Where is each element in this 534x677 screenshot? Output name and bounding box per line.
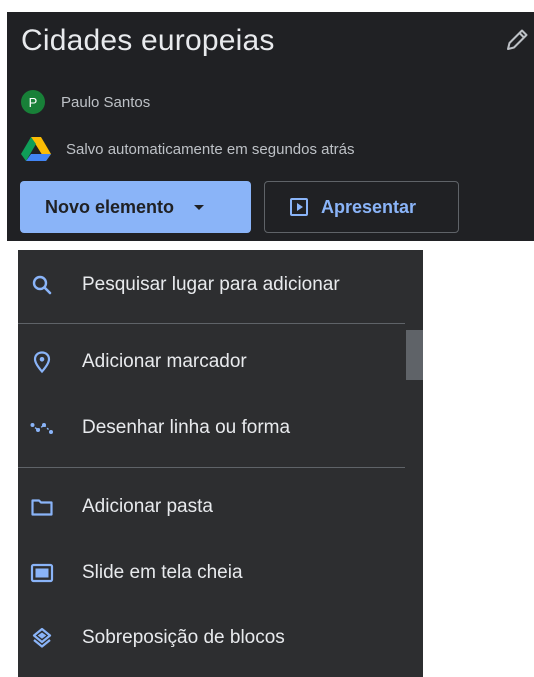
owner-info: P Paulo Santos (21, 90, 150, 114)
avatar[interactable]: P (21, 90, 45, 114)
layers-icon (30, 626, 54, 650)
edit-title-button[interactable] (503, 26, 531, 54)
folder-icon (30, 495, 54, 519)
menu-item-tile-overlay[interactable]: Sobreposição de blocos (18, 612, 405, 664)
menu-item-label: Adicionar marcador (82, 351, 247, 372)
menu-item-label: Pesquisar lugar para adicionar (82, 274, 340, 295)
map-header: Cidades europeias P Paulo Santos Salvo a… (7, 12, 534, 241)
present-icon (290, 198, 308, 216)
google-drive-icon (21, 137, 51, 161)
menu-item-add-marker[interactable]: Adicionar marcador (18, 336, 405, 388)
search-icon (30, 273, 54, 297)
slide-icon (30, 561, 54, 585)
pencil-icon (507, 29, 528, 50)
scrollbar-thumb[interactable] (406, 330, 423, 380)
present-label: Apresentar (321, 196, 417, 217)
menu-item-draw-line[interactable]: Desenhar linha ou forma (18, 402, 405, 454)
map-title[interactable]: Cidades europeias (21, 24, 275, 58)
location-pin-icon (30, 350, 54, 374)
save-status: Salvo automaticamente em segundos atrás (20, 136, 355, 162)
new-element-label: Novo elemento (45, 196, 175, 217)
menu-item-search-place[interactable]: Pesquisar lugar para adicionar (18, 259, 405, 311)
save-status-text: Salvo automaticamente em segundos atrás (66, 140, 355, 158)
menu-item-label: Desenhar linha ou forma (82, 417, 291, 438)
menu-item-label: Sobreposição de blocos (82, 627, 285, 648)
menu-divider (18, 467, 405, 468)
owner-name: Paulo Santos (61, 93, 151, 111)
menu-item-label: Adicionar pasta (82, 496, 213, 517)
menu-item-add-folder[interactable]: Adicionar pasta (18, 481, 405, 533)
chevron-down-icon (194, 204, 205, 210)
menu-item-fullscreen-slide[interactable]: Slide em tela cheia (18, 547, 405, 599)
new-element-menu: Pesquisar lugar para adicionar Adicionar… (18, 250, 405, 677)
polyline-icon (30, 416, 54, 440)
new-element-button[interactable]: Novo elemento (20, 181, 251, 233)
menu-item-label: Slide em tela cheia (82, 562, 243, 583)
menu-divider (18, 323, 405, 324)
present-button[interactable]: Apresentar (264, 181, 459, 233)
